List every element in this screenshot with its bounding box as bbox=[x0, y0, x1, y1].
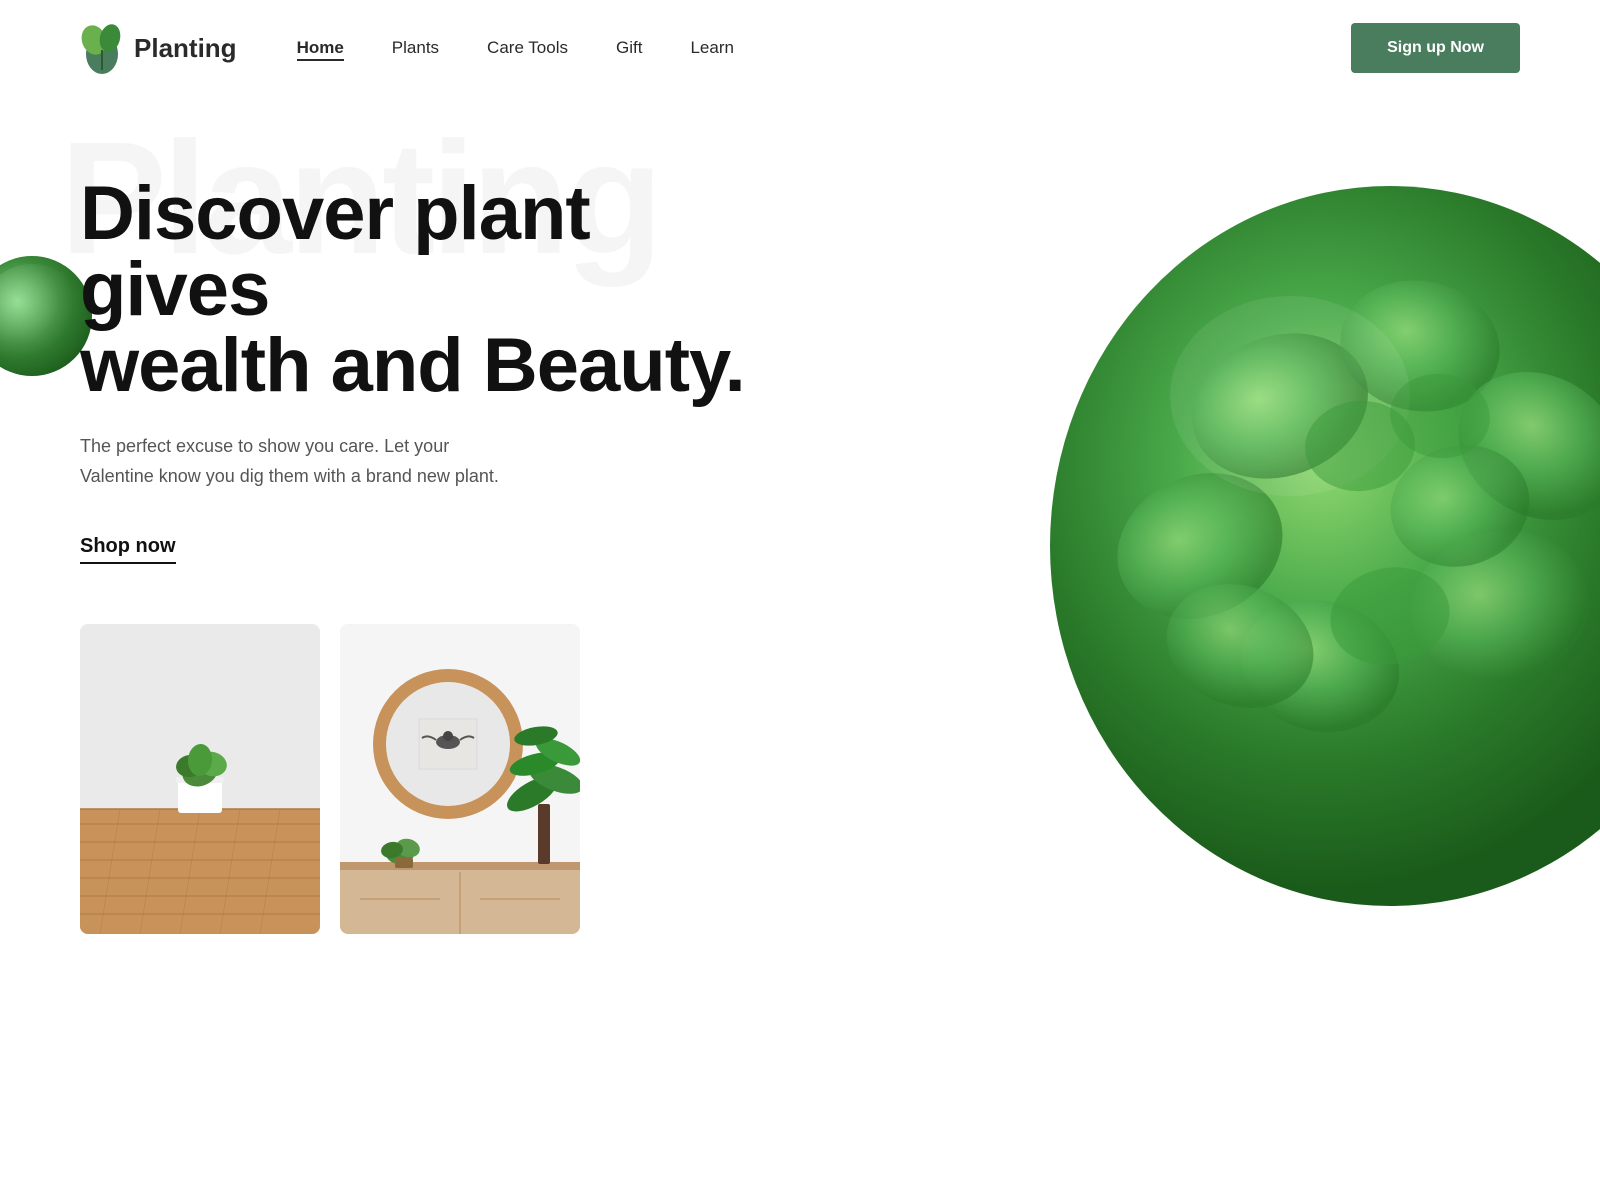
hero-headline: Discover plant gives wealth and Beauty. bbox=[80, 176, 760, 404]
logo-link[interactable]: Planting bbox=[80, 22, 237, 74]
hero-subtext: The perfect excuse to show you care. Let… bbox=[80, 432, 500, 491]
shop-now-link[interactable]: Shop now bbox=[80, 535, 176, 564]
nav-item-care-tools[interactable]: Care Tools bbox=[487, 38, 568, 58]
hero-plant-image bbox=[900, 66, 1600, 926]
nav-links: Home Plants Care Tools Gift Learn bbox=[297, 38, 1352, 58]
card-mirror-svg bbox=[340, 624, 580, 934]
nav-item-home[interactable]: Home bbox=[297, 38, 344, 58]
nav-item-learn[interactable]: Learn bbox=[690, 38, 733, 58]
hero-plant-svg bbox=[900, 66, 1600, 926]
navigation: Planting Home Plants Care Tools Gift Lea… bbox=[0, 0, 1600, 96]
brand-name: Planting bbox=[134, 33, 237, 64]
nav-item-plants[interactable]: Plants bbox=[392, 38, 439, 58]
card-mirror-plant bbox=[340, 624, 580, 934]
left-plant-ball bbox=[0, 256, 92, 376]
logo-icon bbox=[80, 22, 124, 74]
bottom-cards bbox=[80, 624, 760, 934]
card-room-svg bbox=[80, 624, 320, 934]
left-ball-plant-decoration bbox=[0, 256, 92, 376]
card-room-plant bbox=[80, 624, 320, 934]
hero-content: Discover plant gives wealth and Beauty. … bbox=[80, 96, 760, 934]
hero-section: Planting bbox=[0, 96, 1600, 934]
nav-item-gift[interactable]: Gift bbox=[616, 38, 642, 58]
signup-button[interactable]: Sign up Now bbox=[1351, 23, 1520, 73]
